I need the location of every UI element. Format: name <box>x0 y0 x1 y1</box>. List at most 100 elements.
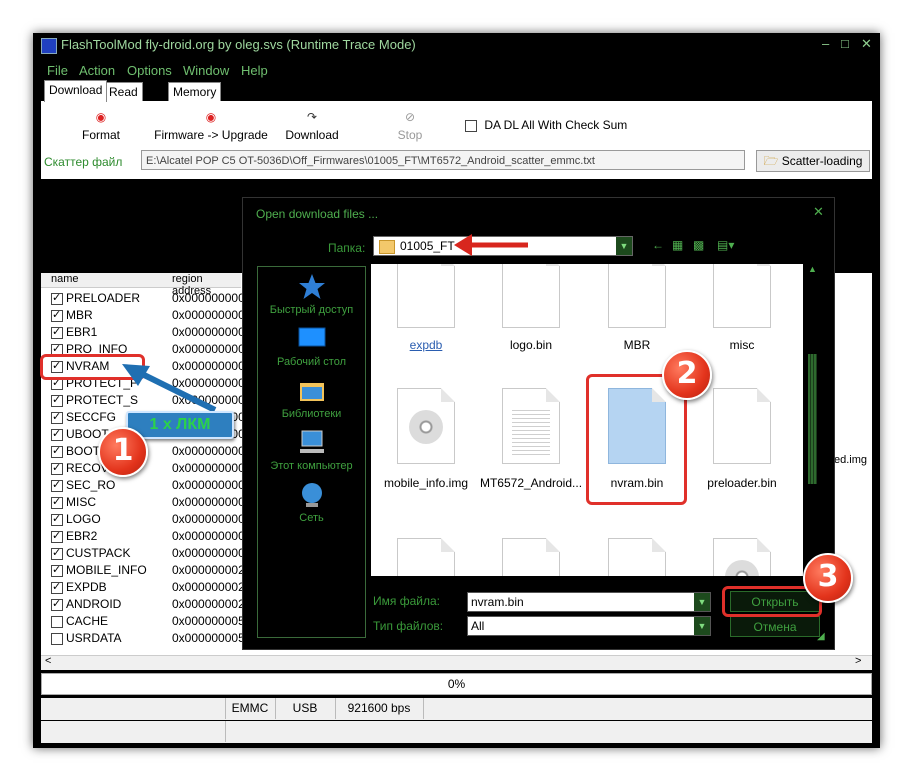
vertical-scrollbar[interactable]: ▲ ▼ <box>804 264 821 576</box>
scroll-thumb[interactable] <box>808 354 817 484</box>
row-checkbox[interactable] <box>51 512 63 526</box>
file-item-partial[interactable] <box>689 538 795 576</box>
scatter-row: Скаттер файл E:\Alcatel POP C5 OT-5036D\… <box>41 147 872 175</box>
file-item-preloader-bin[interactable]: preloader.bin <box>689 388 795 490</box>
filename-field[interactable]: nvram.bin ▼ <box>467 592 711 612</box>
table-row[interactable]: USRDATA 0x000000005... <box>41 630 255 647</box>
row-checkbox[interactable] <box>51 461 63 475</box>
row-checkbox[interactable] <box>51 325 63 339</box>
row-checkbox[interactable] <box>51 580 63 594</box>
table-row[interactable]: MOBILE_INFO0x000000002... <box>41 562 255 579</box>
file-item-scatter[interactable]: MT6572_Android... <box>478 388 584 490</box>
tab-memory-test[interactable]: Memory Test <box>168 82 222 118</box>
file-item-partial[interactable] <box>478 538 584 576</box>
list-header: name region address <box>41 273 241 297</box>
menu-options[interactable]: Options <box>127 63 172 78</box>
chevron-down-icon[interactable]: ▼ <box>694 617 710 635</box>
table-row[interactable]: EXPDB0x000000002... <box>41 579 255 596</box>
scatter-loading-button[interactable]: 🗁 Scatter-loading <box>756 150 870 172</box>
menu-file[interactable]: File <box>47 63 68 78</box>
table-row[interactable]: SEC_RO0x000000000... <box>41 477 255 494</box>
row-checkbox[interactable] <box>51 444 63 458</box>
menu-action[interactable]: Action <box>79 63 115 78</box>
partition-name: CACHE <box>66 614 109 628</box>
filetype-select[interactable]: All ▼ <box>467 616 711 636</box>
scroll-up-icon[interactable]: ▲ <box>808 264 817 274</box>
view-menu-icon[interactable]: ▤▾ <box>717 238 734 252</box>
row-checkbox[interactable] <box>51 393 63 407</box>
row-checkbox[interactable] <box>51 478 63 492</box>
menu-window[interactable]: Window <box>183 63 229 78</box>
file-item-mbr[interactable]: MBR <box>584 264 690 352</box>
file-icon <box>608 538 666 576</box>
horizontal-scrollbar[interactable]: < > <box>41 655 872 670</box>
row-checkbox[interactable] <box>51 308 63 322</box>
tab-read-back[interactable]: Read back <box>104 82 143 118</box>
row-checkbox[interactable] <box>51 495 63 509</box>
file-item-mobile-info[interactable]: mobile_info.img <box>373 388 479 490</box>
back-icon[interactable]: ← <box>652 238 664 252</box>
download-button[interactable]: ↷ Download <box>277 110 347 142</box>
menu-help[interactable]: Help <box>241 63 268 78</box>
step-marker-2: 2 <box>662 350 712 400</box>
file-item-logo-bin[interactable]: logo.bin <box>478 264 584 352</box>
row-checkbox[interactable] <box>51 616 63 628</box>
minimize-button[interactable]: – <box>822 36 829 51</box>
place-quick-access[interactable]: Быстрый доступ <box>258 273 365 316</box>
dialog-close-icon[interactable]: ✕ <box>813 204 824 220</box>
table-row[interactable]: PRELOADER0x000000000... <box>41 290 255 307</box>
row-checkbox[interactable] <box>51 410 63 424</box>
table-row[interactable]: ANDROID0x000000002... <box>41 596 255 613</box>
scroll-right-icon[interactable]: > <box>855 655 861 667</box>
maximize-button[interactable]: □ <box>841 36 849 51</box>
checksum-option[interactable]: DA DL All With Check Sum <box>465 118 627 132</box>
row-checkbox[interactable] <box>51 427 63 441</box>
file-item-expdb[interactable]: expdb <box>373 264 479 352</box>
chevron-down-icon[interactable]: ▼ <box>694 593 710 611</box>
file-item-misc[interactable]: misc <box>689 264 795 352</box>
row-checkbox[interactable] <box>51 529 63 543</box>
progress-bar: 0% <box>41 673 872 695</box>
file-name: mobile_info.img <box>383 476 469 490</box>
file-item-partial[interactable] <box>584 538 690 576</box>
firmware-upgrade-button[interactable]: ◉ Firmware -> Upgrade <box>149 110 273 142</box>
new-folder-icon[interactable]: ▩ <box>693 238 704 252</box>
format-button[interactable]: ◉ Format <box>69 110 133 142</box>
file-name: misc <box>729 338 755 352</box>
file-icon <box>502 538 560 576</box>
table-row[interactable]: MISC0x000000000... <box>41 494 255 511</box>
table-row[interactable]: LOGO0x000000000... <box>41 511 255 528</box>
cancel-button[interactable]: Отмена <box>730 616 820 637</box>
scatter-path-field[interactable]: E:\Alcatel POP C5 OT-5036D\Off_Firmwares… <box>141 150 745 170</box>
up-folder-icon[interactable]: ▦ <box>672 238 683 252</box>
checksum-checkbox[interactable] <box>465 119 477 132</box>
row-checkbox[interactable] <box>51 563 63 577</box>
window-title: FlashToolMod fly-droid.org by oleg.svs (… <box>61 37 416 52</box>
table-row[interactable]: CACHE 0x000000005... <box>41 613 255 630</box>
close-button[interactable]: ✕ <box>861 36 872 52</box>
row-checkbox[interactable] <box>51 291 63 305</box>
stop-button[interactable]: ⊘ Stop <box>385 110 435 142</box>
table-row[interactable]: CUSTPACK0x000000000... <box>41 545 255 562</box>
place-network[interactable]: Сеть <box>258 481 365 524</box>
place-desktop[interactable]: Рабочий стол <box>258 325 365 368</box>
download-panel: ◉ Format ◉ Firmware -> Upgrade ↷ Downloa… <box>41 101 872 179</box>
table-row[interactable]: EBR10x000000000... <box>41 324 255 341</box>
chevron-down-icon[interactable]: ▼ <box>616 237 632 255</box>
table-row[interactable]: MBR0x000000000... <box>41 307 255 324</box>
resize-grip-icon[interactable]: ◢ <box>817 631 825 642</box>
row-checkbox[interactable] <box>51 546 63 560</box>
row-checkbox[interactable] <box>51 597 63 611</box>
place-this-pc[interactable]: Этот компьютер <box>258 429 365 472</box>
scroll-left-icon[interactable]: < <box>45 655 51 667</box>
col-name-header[interactable]: name <box>51 273 79 285</box>
table-row[interactable]: EBR20x000000000... <box>41 528 255 545</box>
place-libraries[interactable]: Библиотеки <box>258 377 365 420</box>
tab-download[interactable]: Download <box>44 80 108 102</box>
status-bar-2 <box>41 721 872 743</box>
file-item-partial[interactable] <box>373 538 479 576</box>
folder-open-icon: 🗁 <box>763 154 779 168</box>
file-icon <box>397 264 455 328</box>
computer-icon <box>299 430 324 453</box>
row-checkbox[interactable] <box>51 633 63 645</box>
